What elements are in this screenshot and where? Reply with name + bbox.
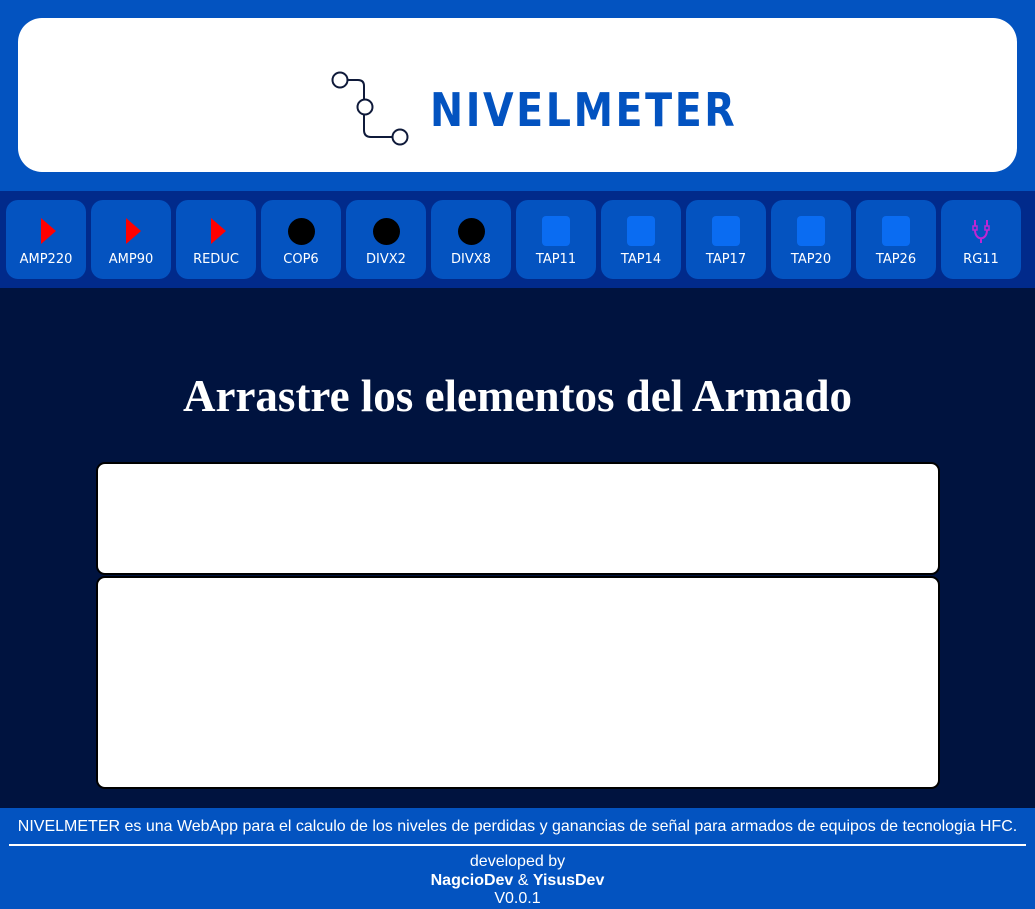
red-triangle-icon (32, 217, 60, 245)
version-label: V0.0.1 (494, 890, 541, 907)
tool-tap17[interactable]: TAP17 (686, 200, 766, 279)
black-circle-icon (457, 217, 485, 245)
tool-amp90[interactable]: AMP90 (91, 200, 171, 279)
tool-label: COP6 (283, 252, 319, 267)
red-triangle-icon (202, 217, 230, 245)
tool-label: TAP17 (705, 252, 747, 267)
tool-label: AMP220 (19, 252, 73, 267)
header: NIVELMETER (0, 0, 1035, 191)
drop-zone-top[interactable] (96, 462, 940, 575)
brand-name: NIVELMETER (430, 83, 738, 137)
tool-tap26[interactable]: TAP26 (856, 200, 936, 279)
tool-label: AMP90 (108, 252, 154, 267)
footer-divider (9, 844, 1026, 846)
tool-tap14[interactable]: TAP14 (601, 200, 681, 279)
tool-tap20[interactable]: TAP20 (771, 200, 851, 279)
black-circle-icon (287, 217, 315, 245)
red-triangle-icon (117, 217, 145, 245)
coax-cable-icon (967, 217, 995, 245)
tool-rg11[interactable]: RG11 (941, 200, 1021, 279)
footer-description: NIVELMETER es una WebApp para el calculo… (17, 818, 1018, 835)
tool-label: DIVX8 (451, 252, 491, 267)
blue-square-icon (542, 216, 570, 246)
blue-square-icon (712, 216, 740, 246)
network-path-icon (331, 71, 409, 146)
tool-label: TAP20 (790, 252, 832, 267)
blue-square-icon (882, 216, 910, 246)
tool-label: RG11 (963, 252, 999, 267)
tool-label: TAP26 (875, 252, 917, 267)
tool-divx2[interactable]: DIVX2 (346, 200, 426, 279)
component-toolbar: AMP220 AMP90 REDUC COP6 DIVX2 DIVX8 TAP1… (0, 191, 1035, 288)
brand-card: NIVELMETER (18, 18, 1017, 172)
footer: NIVELMETER es una WebApp para el calculo… (0, 808, 1035, 909)
tool-tap11[interactable]: TAP11 (516, 200, 596, 279)
black-circle-icon (372, 217, 400, 245)
drop-zone-bottom[interactable] (96, 576, 940, 789)
developed-by-label: developed by (469, 853, 566, 870)
credits-separator: & (517, 872, 529, 889)
blue-square-icon (627, 216, 655, 246)
tool-cop6[interactable]: COP6 (261, 200, 341, 279)
developer-name: YisusDev (532, 872, 605, 889)
tool-label: TAP11 (535, 252, 577, 267)
page-title: Arrastre los elementos del Armado (182, 371, 853, 421)
tool-reduc[interactable]: REDUC (176, 200, 256, 279)
tool-label: TAP14 (620, 252, 662, 267)
developer-credits: NagcioDev & YisusDev (0, 872, 1035, 890)
tool-amp220[interactable]: AMP220 (6, 200, 86, 279)
tool-label: DIVX2 (366, 252, 406, 267)
tool-divx8[interactable]: DIVX8 (431, 200, 511, 279)
developer-name: NagcioDev (430, 872, 514, 889)
blue-square-icon (797, 216, 825, 246)
tool-label: REDUC (193, 252, 239, 267)
